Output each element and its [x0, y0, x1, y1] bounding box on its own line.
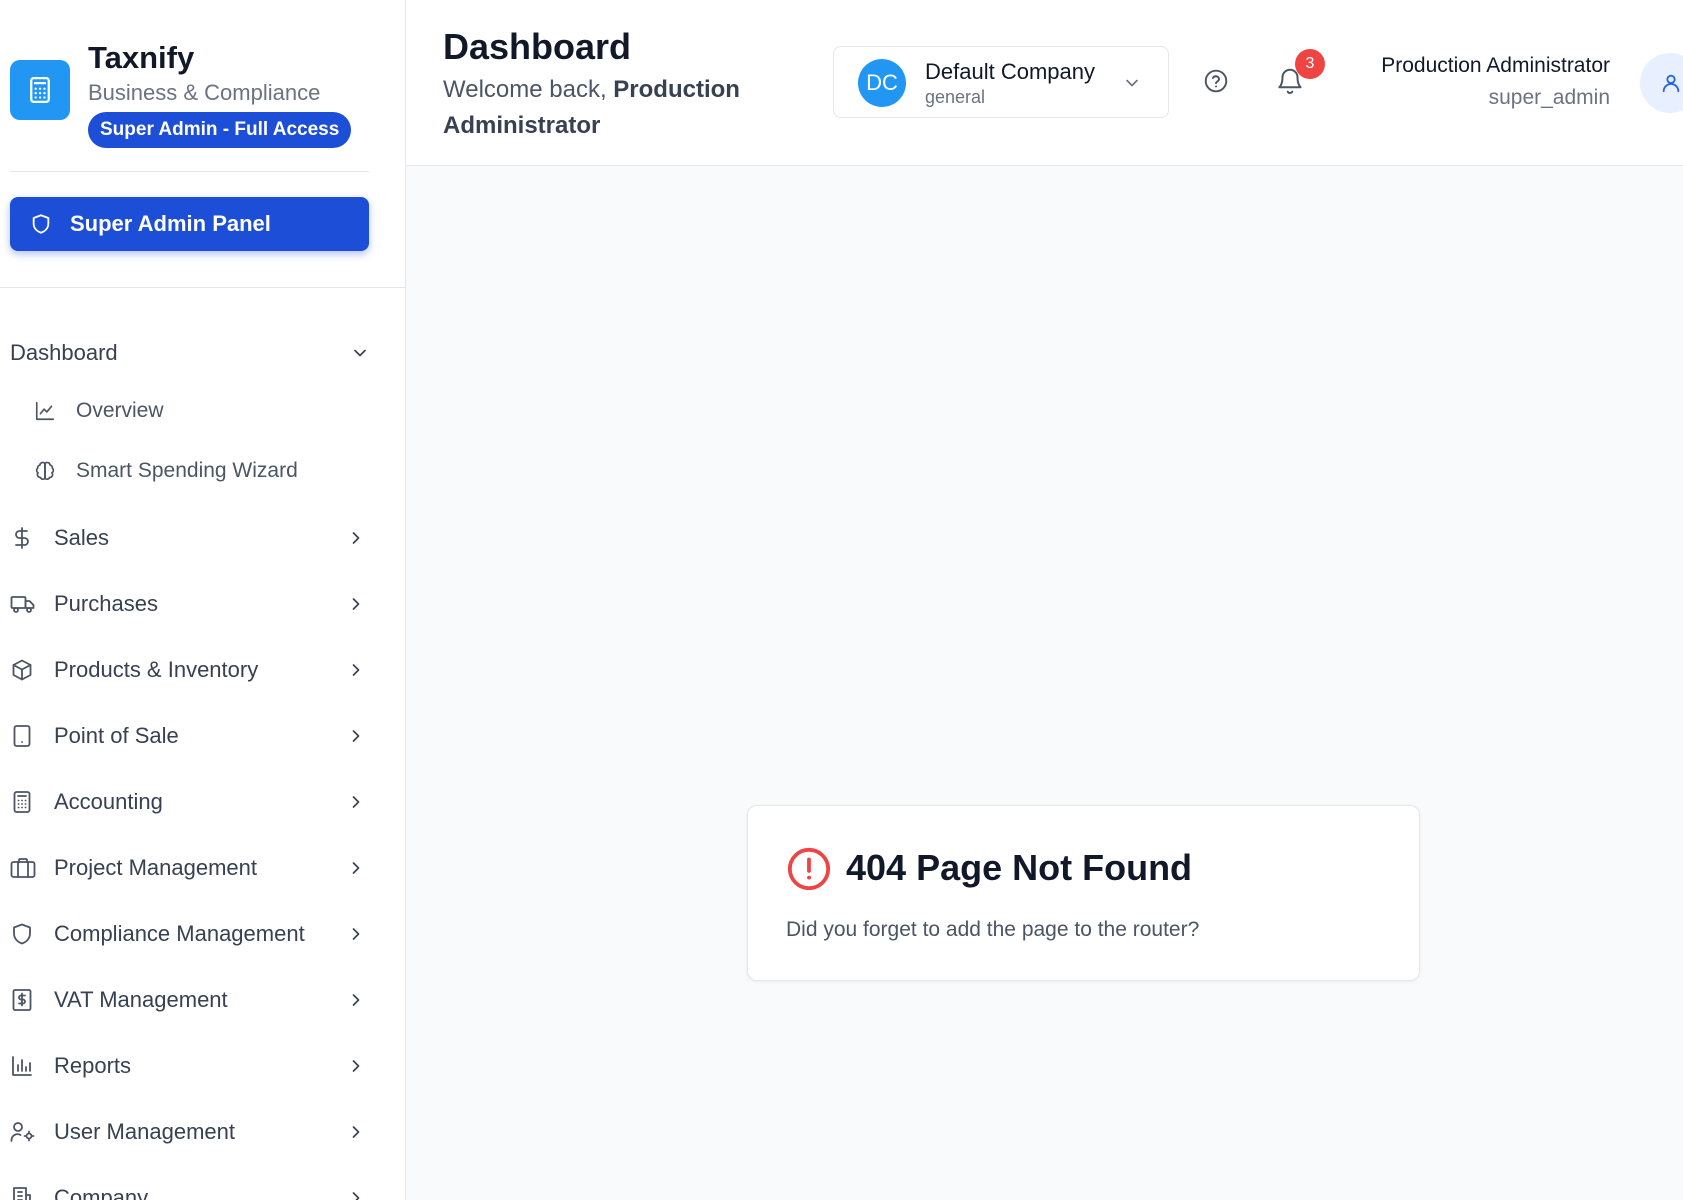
sidebar-item-label: Compliance Management: [54, 921, 305, 946]
sidebar-item-label: Company: [54, 1185, 149, 1200]
brand: Taxnify Business & Compliance Super Admi…: [10, 40, 370, 172]
app-subtitle: Business & Compliance: [88, 80, 321, 105]
chevron-right-icon: [346, 924, 366, 944]
app-name: Taxnify: [88, 40, 195, 75]
chevron-right-icon: [346, 1122, 366, 1142]
notification-badge: 3: [1295, 49, 1325, 79]
bar-chart-icon: [10, 1054, 34, 1078]
chevron-right-icon: [346, 792, 366, 812]
sidebar-item-company[interactable]: Company: [10, 1176, 370, 1200]
divider: [0, 287, 405, 288]
super-admin-panel-label: Super Admin Panel: [70, 211, 271, 236]
sidebar-item-label: Reports: [54, 1053, 132, 1078]
page-title: Dashboard: [443, 26, 632, 67]
sidebar-item-label: Point of Sale: [54, 723, 179, 748]
help-icon[interactable]: [1203, 68, 1229, 94]
calculator-logo-icon: [10, 60, 70, 120]
user-role: super_admin: [1488, 86, 1610, 109]
user-name: Production Administrator: [1381, 54, 1610, 77]
chevron-right-icon: [346, 660, 366, 680]
box-icon: [10, 658, 34, 682]
calculator-icon: [10, 790, 34, 814]
chevron-down-icon: [1122, 73, 1142, 93]
sidebar-item-label: Purchases: [54, 591, 158, 616]
sidebar-item-point-of-sale[interactable]: Point of Sale: [10, 714, 370, 758]
dollar-icon: [10, 526, 34, 550]
company-avatar: DC: [858, 59, 906, 107]
shield-icon: [10, 922, 34, 946]
sidebar-item-compliance-management[interactable]: Compliance Management: [10, 912, 370, 956]
sidebar-item-purchases[interactable]: Purchases: [10, 582, 370, 626]
sidebar-item-label: Project Management: [54, 855, 257, 880]
sidebar-item-reports[interactable]: Reports: [10, 1044, 370, 1088]
sidebar-item-user-management[interactable]: User Management: [10, 1110, 370, 1154]
sidebar-item-vat-management[interactable]: VAT Management: [10, 978, 370, 1022]
welcome-prefix: Welcome back,: [443, 76, 614, 103]
super-admin-panel-button[interactable]: Super Admin Panel: [10, 197, 369, 251]
chevron-right-icon: [346, 726, 366, 746]
error-message: Did you forget to add the page to the ro…: [786, 918, 1200, 941]
sidebar-item-label: VAT Management: [54, 987, 228, 1012]
divider: [10, 171, 369, 172]
chevron-right-icon: [346, 1056, 366, 1076]
sidebar-item-label: Sales: [54, 525, 110, 550]
company-selector[interactable]: DC Default Company general: [833, 46, 1169, 118]
role-badge: Super Admin - Full Access: [88, 112, 352, 148]
company-type: general: [925, 87, 986, 107]
tablet-icon: [10, 724, 34, 748]
sidebar: Taxnify Business & Compliance Super Admi…: [0, 0, 406, 1200]
company-name: Default Company: [925, 59, 1095, 84]
user-avatar[interactable]: [1640, 53, 1683, 113]
sidebar-item-sales[interactable]: Sales: [10, 516, 370, 560]
shield-icon: [30, 213, 52, 235]
sidebar-item-label: Overview: [76, 399, 164, 422]
error-card: 404 Page Not Found Did you forget to add…: [747, 805, 1420, 981]
error-title: 404 Page Not Found: [846, 847, 1193, 888]
sidebar-item-project-management[interactable]: Project Management: [10, 846, 370, 890]
sidebar-item-accounting[interactable]: Accounting: [10, 780, 370, 824]
truck-icon: [10, 592, 35, 616]
user-cog-icon: [10, 1120, 35, 1144]
sidebar-item-label: Products & Inventory: [54, 657, 259, 682]
brain-icon: [34, 460, 58, 482]
briefcase-icon: [10, 856, 36, 880]
sidebar-item-smart-spending-wizard[interactable]: Smart Spending Wizard: [34, 451, 354, 491]
receipt-icon: [10, 988, 34, 1012]
user-icon: [1660, 72, 1682, 94]
chevron-right-icon: [346, 528, 366, 548]
alert-circle-icon: [786, 846, 832, 892]
chevron-down-icon: [350, 343, 370, 363]
sidebar-item-label: Accounting: [54, 789, 163, 814]
building-icon: [10, 1186, 34, 1200]
chevron-right-icon: [346, 1188, 366, 1200]
welcome-message: Welcome back, Production Administrator: [443, 72, 763, 144]
line-chart-icon: [34, 400, 58, 422]
nav-section-dashboard[interactable]: Dashboard: [10, 334, 370, 372]
top-header: Dashboard Welcome back, Production Admin…: [406, 0, 1683, 166]
sidebar-item-products-inventory[interactable]: Products & Inventory: [10, 648, 370, 692]
nav-section-label: Dashboard: [10, 340, 118, 365]
chevron-right-icon: [346, 990, 366, 1010]
chevron-right-icon: [346, 594, 366, 614]
sidebar-item-label: Smart Spending Wizard: [76, 459, 298, 482]
chevron-right-icon: [346, 858, 366, 878]
sidebar-item-overview[interactable]: Overview: [34, 391, 354, 431]
sidebar-item-label: User Management: [54, 1119, 235, 1144]
